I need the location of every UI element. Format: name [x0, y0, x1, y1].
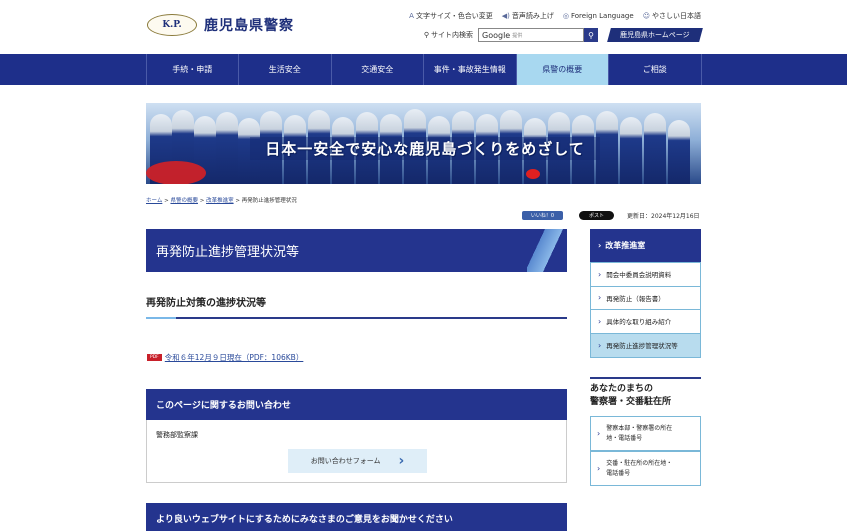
sidebar-item-prevention-report[interactable]: › 再発防止（報告書） — [591, 287, 700, 310]
x-post-button[interactable]: ポスト — [579, 211, 614, 220]
chevron-right-icon: › — [398, 453, 405, 469]
speech-link[interactable]: ◀) 音声読み上げ — [502, 11, 554, 21]
police-emblem: K.P. — [147, 14, 197, 36]
speaker-icon: ◀) — [501, 12, 510, 20]
sidebar-item-progress-status[interactable]: › 再発防止進捗管理状況等 — [591, 333, 700, 357]
chevron-right-icon: › — [598, 293, 602, 303]
pdf-link[interactable]: 令和６年12月９日現在（PDF：106KB） — [165, 352, 304, 363]
updated-date: 更新日：2024年12月16日 — [627, 213, 700, 220]
easy-japanese-link[interactable]: ☺ やさしい日本語 — [643, 11, 701, 21]
search-label: ⚲ サイト内検索 — [423, 31, 473, 39]
breadcrumb-home[interactable]: ホーム — [146, 198, 162, 204]
globe-icon: ◎ — [562, 12, 569, 20]
text-size-link[interactable]: A 文字サイズ・色合い変更 — [409, 11, 493, 21]
sidebar-item-initiatives[interactable]: › 具体的な取り組み紹介 — [591, 310, 700, 334]
chevron-right-icon: › — [597, 428, 601, 438]
sidebar-item-committee-materials[interactable]: › 開会中委員会説明資料 — [591, 263, 700, 287]
contact-form-button[interactable]: お問い合わせフォーム › — [288, 449, 427, 473]
nav-item-incidents[interactable]: 事件・事故発生情報 — [424, 54, 517, 85]
stations-section-title: あなたのまちの 警察署・交番駐在所 — [590, 384, 672, 407]
site-search: ⚲ サイト内検索 Google 提供 ⚲ 鹿児島県ホームページ — [423, 28, 703, 42]
koban-locations-link[interactable]: › 交番・駐在所の所在地・ 電話番号 — [590, 451, 701, 486]
chevron-right-icon: › — [598, 241, 602, 250]
search-button[interactable]: ⚲ — [584, 28, 598, 42]
breadcrumb-current: 再発防止進捗管理状況 — [241, 198, 297, 204]
text-size-icon: A — [409, 12, 414, 20]
breadcrumb-overview[interactable]: 県警の概要 — [170, 198, 198, 204]
prefecture-homepage-link[interactable]: 鹿児島県ホームページ — [607, 28, 703, 42]
search-icon: ⚲ — [423, 31, 429, 39]
banner-caption: 日本一安全で安心な鹿児島づくりをめざして — [250, 137, 600, 160]
heading-underline — [146, 317, 567, 319]
search-icon: ⚲ — [588, 30, 594, 40]
section-heading: 再発防止対策の進捗状況等 — [146, 298, 266, 309]
search-input[interactable]: Google 提供 — [478, 28, 584, 42]
police-station-locations-link[interactable]: › 警察本部・警察署の所在 地・電話番号 — [590, 416, 701, 451]
chevron-right-icon: › — [598, 316, 602, 326]
smile-icon: ☺ — [642, 12, 650, 20]
feedback-heading: より良いウェブサイトにするためにみなさまのご意見をお聞かせください — [146, 503, 567, 531]
section-divider — [590, 377, 701, 379]
nav-item-overview[interactable]: 県警の概要 — [516, 54, 609, 85]
chevron-right-icon: › — [598, 340, 602, 350]
global-nav: 手続・申請 生活安全 交通安全 事件・事故発生情報 県警の概要 ご相談 — [0, 54, 847, 85]
social-buttons: いいね！0 ポスト — [522, 211, 614, 220]
chevron-right-icon: › — [597, 463, 601, 473]
page-title: 再発防止進捗管理状況等 — [146, 229, 567, 272]
site-logo[interactable]: K.P. 鹿児島県警察 — [147, 14, 294, 36]
nav-item-community-safety[interactable]: 生活安全 — [239, 54, 332, 85]
site-title: 鹿児島県警察 — [204, 18, 294, 34]
sidebar-heading[interactable]: › 改革推進室 — [590, 229, 701, 262]
chevron-right-icon: › — [598, 269, 602, 279]
hero-banner: 日本一安全で安心な鹿児島づくりをめざして — [146, 103, 701, 184]
breadcrumb: ホーム > 県警の概要 > 改革推進室 > 再発防止進捗管理状況 — [146, 198, 297, 204]
contact-heading: このページに関するお問い合わせ — [146, 389, 567, 420]
contact-department: 警務部監察課 — [156, 431, 198, 439]
sidebar-menu: › 開会中委員会説明資料 › 再発防止（報告書） › 具体的な取り組み紹介 › 再発防止… — [590, 262, 701, 358]
pdf-item: PDF 令和６年12月９日現在（PDF：106KB） — [147, 352, 303, 363]
facebook-like-button[interactable]: いいね！0 — [522, 211, 563, 220]
contact-box: 警務部監察課 お問い合わせフォーム › — [146, 420, 567, 483]
nav-item-traffic-safety[interactable]: 交通安全 — [332, 54, 424, 85]
nav-item-procedures[interactable]: 手続・申請 — [147, 54, 239, 85]
utility-links: A 文字サイズ・色合い変更 ◀) 音声読み上げ ◎ Foreign Language … — [409, 11, 701, 21]
title-decoration — [527, 229, 567, 272]
pdf-icon: PDF — [147, 354, 162, 361]
breadcrumb-reform-office[interactable]: 改革推進室 — [206, 198, 234, 204]
nav-item-consultation[interactable]: ご相談 — [609, 54, 702, 85]
foreign-language-link[interactable]: ◎ Foreign Language — [563, 11, 634, 21]
